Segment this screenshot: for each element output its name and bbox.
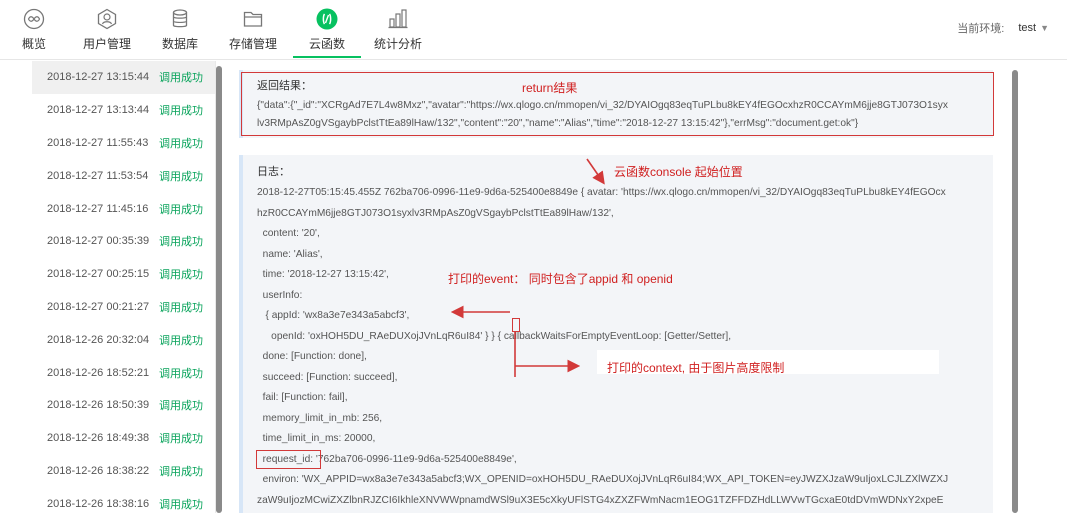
annotation-return: return结果 xyxy=(522,81,578,95)
nav-storage-management[interactable]: 存储管理 xyxy=(222,0,284,60)
console-log-line: userInfo: xyxy=(257,289,303,301)
log-list-item[interactable]: 2018-12-27 11:45:16 调用成功 xyxy=(32,192,215,225)
log-timestamp: 2018-12-26 18:52:21 xyxy=(47,366,150,379)
log-timestamp: 2018-12-27 11:45:16 xyxy=(47,202,149,215)
log-list-item[interactable]: 2018-12-26 18:38:16 调用成功 xyxy=(32,487,215,513)
log-timestamp: 2018-12-27 11:53:54 xyxy=(47,169,149,182)
log-list-item[interactable]: 2018-12-26 18:50:39 调用成功 xyxy=(32,389,215,422)
log-status: 调用成功 xyxy=(159,334,203,347)
annotation-event: 打印的event： 同时包含了appid 和 openid xyxy=(448,272,673,286)
annotation-context: 打印的context, 由于图片高度限制 xyxy=(607,361,785,375)
nav-user-management[interactable]: 用户管理 xyxy=(77,0,137,60)
log-list-item[interactable]: 2018-12-26 18:49:38 调用成功 xyxy=(32,422,215,455)
log-list-item[interactable]: 2018-12-27 00:25:15 调用成功 xyxy=(32,258,215,291)
console-log-line: memory_limit_in_mb: 256, xyxy=(257,412,383,424)
invocation-log-list: 2018-12-27 13:15:44 调用成功 2018-12-27 13:13:… xyxy=(32,61,216,513)
log-list-item[interactable]: 2018-12-27 13:15:44 调用成功 xyxy=(32,61,215,94)
console-log-line: succeed: [Function: succeed], xyxy=(257,371,398,383)
log-timestamp: 2018-12-27 00:25:15 xyxy=(47,268,150,281)
log-status: 调用成功 xyxy=(159,269,203,282)
log-list-item[interactable]: 2018-12-27 11:55:43 调用成功 xyxy=(32,127,215,160)
log-timestamp: 2018-12-27 00:21:27 xyxy=(47,300,150,313)
console-log-line: time: '2018-12-27 13:15:42', xyxy=(257,269,389,280)
active-tab-underline xyxy=(293,56,361,58)
nav-database[interactable]: 数据库 xyxy=(157,0,203,60)
environment-selector[interactable]: 当前环境: test ▼ xyxy=(957,20,1049,36)
environment-value: test xyxy=(1018,22,1037,34)
console-log-line: 2018-12-27T05:15:45.455Z 762ba706-0996-1… xyxy=(257,187,946,198)
log-timestamp: 2018-12-26 18:38:22 xyxy=(47,464,150,477)
console-log-line: done: [Function: done], xyxy=(257,351,367,362)
cloud-function-icon xyxy=(314,6,340,32)
nav-cloud-function-label: 云函数 xyxy=(308,37,345,51)
database-icon xyxy=(167,6,193,32)
log-list-item[interactable]: 2018-12-26 18:38:22 调用成功 xyxy=(32,455,215,488)
return-result-highlight-box xyxy=(241,72,994,136)
log-timestamp: 2018-12-26 18:49:38 xyxy=(47,432,150,445)
nav-overview[interactable]: 概览 xyxy=(14,0,54,60)
log-list-item[interactable]: 2018-12-27 13:13:44 调用成功 xyxy=(32,94,215,127)
console-log-line: name: 'Alias', xyxy=(257,248,323,260)
user-management-icon xyxy=(94,6,120,32)
log-list-item[interactable]: 2018-12-27 00:35:39 调用成功 xyxy=(32,225,215,258)
console-log-line: hzR0CCAYmM6jje8GTJ073O1syxlv3RMpAsZ0gVSg… xyxy=(257,207,614,219)
context-brace-highlight-box xyxy=(512,318,520,332)
log-status: 调用成功 xyxy=(159,400,203,413)
log-status: 调用成功 xyxy=(159,465,203,478)
log-status: 调用成功 xyxy=(159,498,203,511)
log-timestamp: 2018-12-26 18:50:39 xyxy=(47,399,150,412)
log-status: 调用成功 xyxy=(159,203,203,216)
nav-database-label: 数据库 xyxy=(161,37,198,51)
log-list-item[interactable]: 2018-12-27 00:21:27 调用成功 xyxy=(32,291,215,324)
console-log-line: time_limit_in_ms: 20000, xyxy=(257,433,376,444)
log-status: 调用成功 xyxy=(159,367,203,380)
log-timestamp: 2018-12-27 13:13:44 xyxy=(47,104,150,117)
environment-label: 当前环境: xyxy=(957,23,1005,35)
console-log-title: 日志： xyxy=(257,166,290,178)
nav-cloud-function[interactable]: 云函数 xyxy=(300,0,354,60)
console-log-line: fail: [Function: fail], xyxy=(257,392,348,403)
log-status: 调用成功 xyxy=(159,105,203,118)
storage-folder-icon xyxy=(240,6,266,32)
overview-icon xyxy=(21,6,47,32)
annotation-console-start: 云函数console 起始位置 xyxy=(614,165,743,179)
left-gutter xyxy=(0,61,32,513)
log-status: 调用成功 xyxy=(159,433,203,446)
console-log-block: 日志： 2018-12-27T05:15:45.455Z 762ba706-09… xyxy=(239,155,993,513)
log-list-item[interactable]: 2018-12-27 11:53:54 调用成功 xyxy=(32,159,215,192)
top-toolbar: 概览 用户管理 数据库 存储管理 云函数 统计分析 当前环境: test ▼ xyxy=(0,0,1067,60)
statistics-icon xyxy=(385,6,411,32)
console-log-line: openId: 'oxHOH5DU_RAeDUXojJVnLqR6uI84' }… xyxy=(257,330,732,342)
console-log-line: zaW9uIjozMCwiZXZlbnRJZCI6IkhleXNVWWpnamd… xyxy=(257,494,944,506)
nav-statistics-label: 统计分析 xyxy=(373,37,422,51)
log-timestamp: 2018-12-27 13:15:44 xyxy=(47,71,150,84)
log-status: 调用成功 xyxy=(159,170,203,183)
chevron-down-icon: ▼ xyxy=(1040,23,1049,33)
log-timestamp: 2018-12-26 20:32:04 xyxy=(47,333,150,346)
log-status: 调用成功 xyxy=(159,137,203,150)
log-status: 调用成功 xyxy=(159,301,203,314)
nav-storage-management-label: 存储管理 xyxy=(228,37,277,51)
nav-user-management-label: 用户管理 xyxy=(82,37,131,51)
log-timestamp: 2018-12-27 11:55:43 xyxy=(47,136,149,149)
nav-statistics[interactable]: 统计分析 xyxy=(367,0,429,60)
console-log-line: environ: 'WX_APPID=wx8a3e7e343a5abcf3;WX… xyxy=(257,474,949,485)
log-list-item[interactable]: 2018-12-26 20:32:04 调用成功 xyxy=(32,323,215,356)
log-status: 调用成功 xyxy=(159,72,203,85)
log-timestamp: 2018-12-26 18:38:16 xyxy=(47,497,150,510)
log-list-item[interactable]: 2018-12-26 18:52:21 调用成功 xyxy=(32,356,215,389)
log-timestamp: 2018-12-27 00:35:39 xyxy=(47,235,150,248)
console-log-line: content: '20', xyxy=(257,228,320,239)
log-status: 调用成功 xyxy=(159,236,203,249)
nav-overview-label: 概览 xyxy=(21,37,46,51)
console-log-line: { appId: 'wx8a3e7e343a5abcf3', xyxy=(257,310,410,321)
right-gutter xyxy=(1018,61,1067,513)
request-id-highlight-box xyxy=(256,450,321,469)
